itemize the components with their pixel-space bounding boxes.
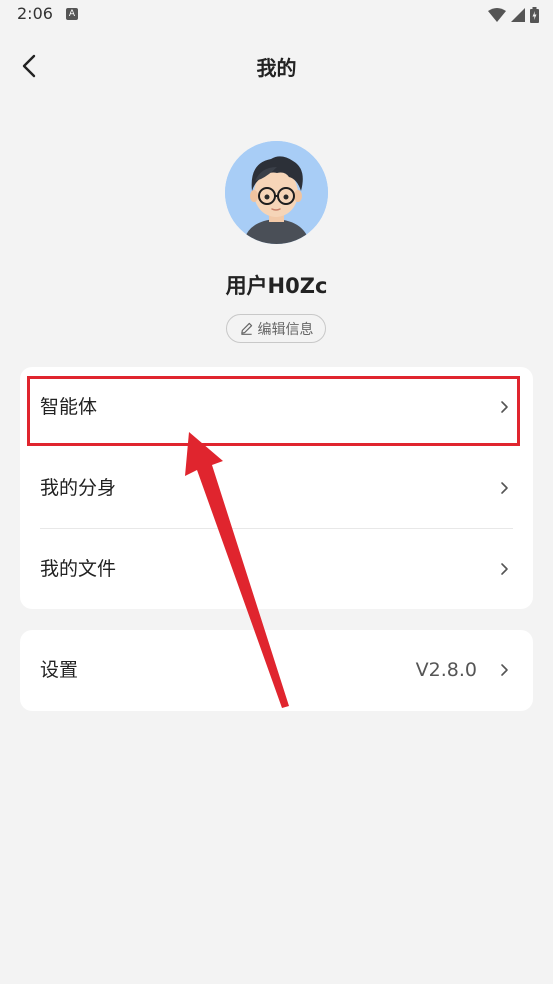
status-bar: 2:06 A <box>0 0 553 30</box>
battery-icon <box>530 7 539 23</box>
menu-item-label: 我的文件 <box>40 558 117 580</box>
app-version: V2.8.0 <box>415 659 477 681</box>
status-icons <box>488 6 539 24</box>
avatar-illustration <box>225 141 328 244</box>
menu-item-my-files[interactable]: 我的文件 <box>20 529 533 609</box>
edit-profile-label: 编辑信息 <box>257 321 314 338</box>
username: 用户H0Zc <box>225 274 328 298</box>
avatar[interactable] <box>225 141 328 244</box>
settings-card: 设置 V2.8.0 <box>20 630 533 711</box>
chevron-right-icon <box>501 563 508 575</box>
settings-label: 设置 <box>40 659 79 681</box>
settings-row[interactable]: 设置 V2.8.0 <box>20 630 533 710</box>
menu-item-label: 我的分身 <box>40 477 117 499</box>
wifi-icon <box>488 8 506 22</box>
profile-page: 2:06 A 我的 用户H0Zc 编辑信息 智能体 我的分身 我的文件 设置 V… <box>0 0 553 984</box>
chevron-right-icon <box>501 482 508 494</box>
edit-profile-button[interactable]: 编辑信息 <box>226 314 326 343</box>
menu-item-my-avatar[interactable]: 我的分身 <box>20 448 533 528</box>
signal-icon <box>511 8 525 22</box>
pencil-icon <box>240 322 252 335</box>
chevron-right-icon <box>501 664 508 676</box>
page-title: 我的 <box>256 56 297 80</box>
a-icon: A <box>66 8 78 20</box>
highlight-box <box>27 376 520 446</box>
status-time: 2:06 <box>17 4 53 23</box>
header: 我的 <box>0 38 553 94</box>
